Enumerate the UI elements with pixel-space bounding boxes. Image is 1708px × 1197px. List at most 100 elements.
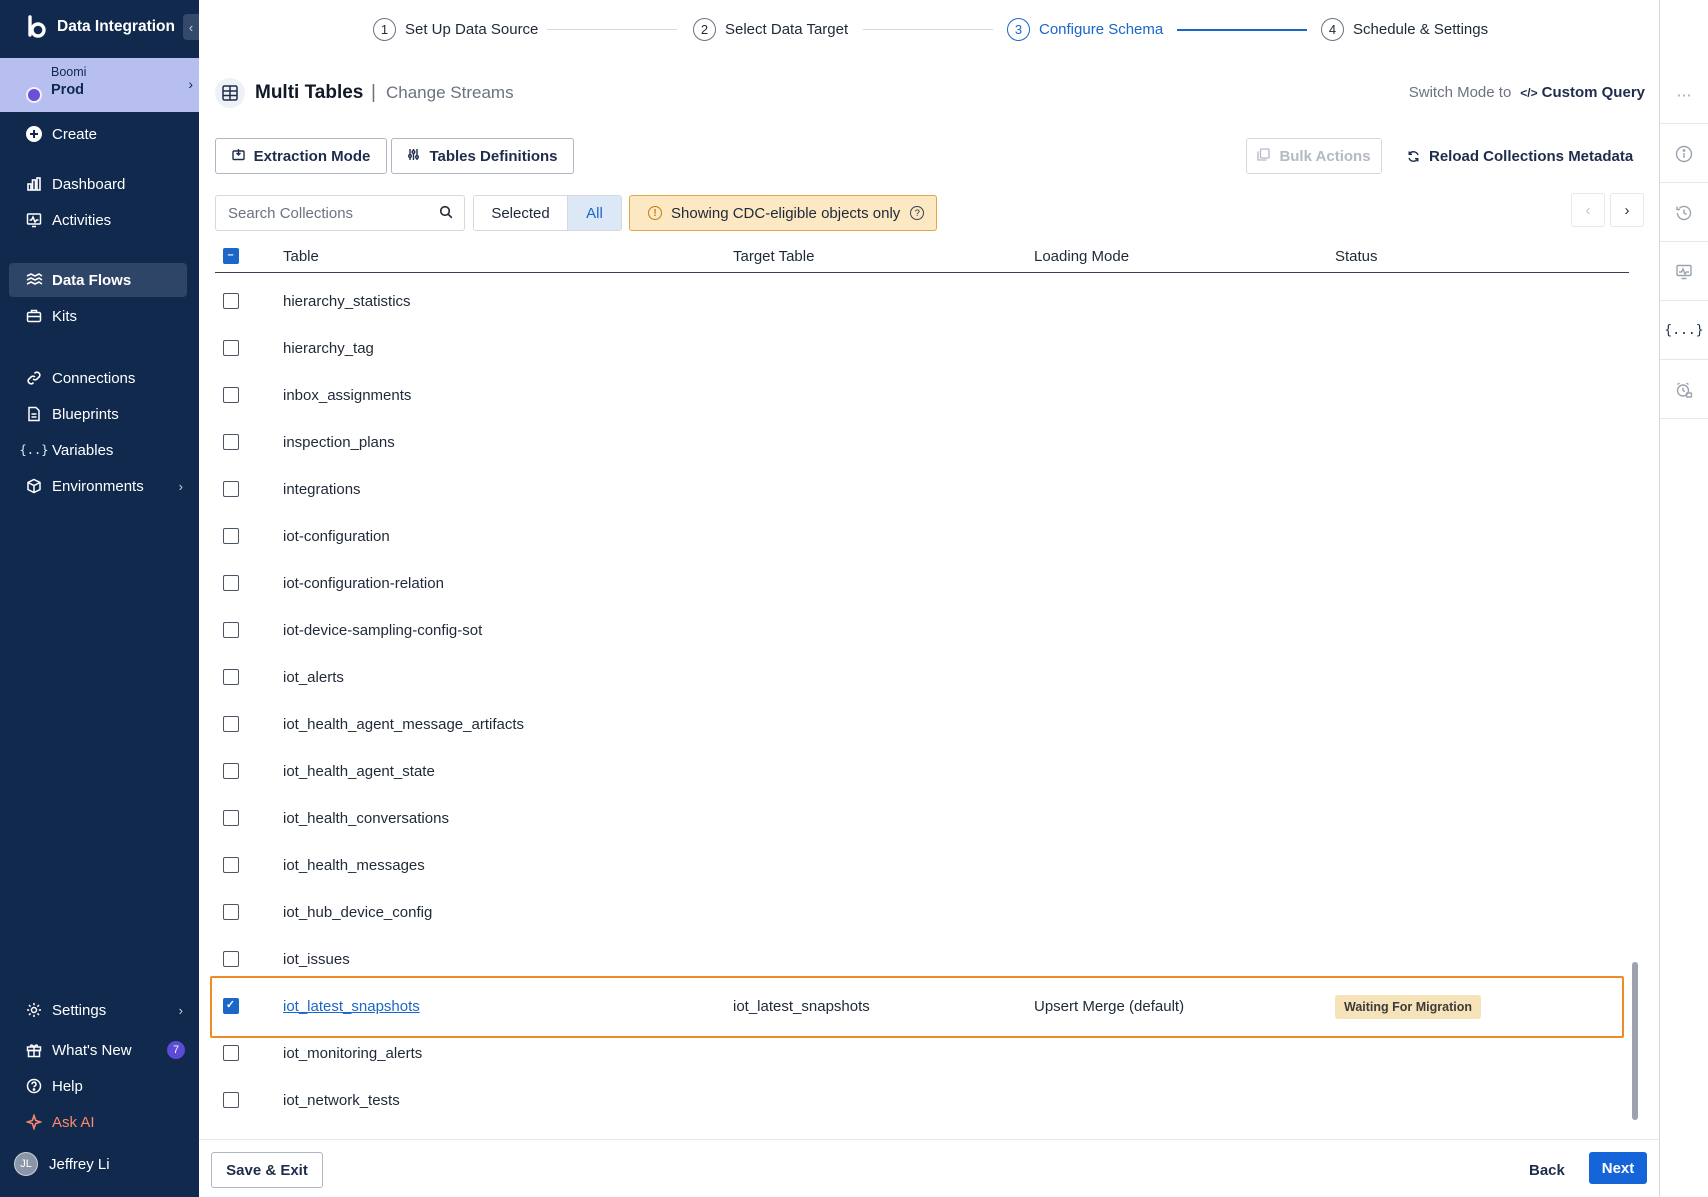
help-icon[interactable]: ? <box>910 206 925 220</box>
scrollbar-thumb[interactable] <box>1632 962 1638 1120</box>
chevron-left-icon: ‹ <box>188 19 194 35</box>
row-checkbox[interactable] <box>223 904 239 920</box>
table-name[interactable]: iot_latest_snapshots <box>283 998 420 1015</box>
sidebar-item-help[interactable]: Help <box>9 1069 187 1103</box>
bulk-actions-button[interactable]: Bulk Actions <box>1246 138 1382 174</box>
table-row[interactable]: integrations <box>215 466 1629 513</box>
table-row[interactable]: iot-configuration <box>215 513 1629 560</box>
chevron-right-icon: › <box>1624 201 1630 219</box>
step-1[interactable]: 1 Set Up Data Source <box>373 18 538 41</box>
user-profile[interactable]: JL Jeffrey Li <box>14 1152 110 1176</box>
row-checkbox[interactable] <box>223 575 239 591</box>
switch-mode-label: Switch Mode to <box>1408 84 1512 101</box>
row-checkbox[interactable] <box>223 810 239 826</box>
row-checkbox[interactable]: ✓ <box>223 998 239 1014</box>
more-options-icon[interactable]: ⋯ <box>1660 66 1708 124</box>
reload-label: Reload Collections Metadata <box>1429 147 1634 165</box>
row-checkbox[interactable] <box>223 857 239 873</box>
history-icon[interactable] <box>1660 184 1708 242</box>
row-checkbox[interactable] <box>223 481 239 497</box>
sidebar-item-settings[interactable]: Settings › <box>9 993 187 1027</box>
brand[interactable]: Data Integration <box>0 0 199 54</box>
row-checkbox[interactable] <box>223 716 239 732</box>
table-row[interactable]: iot_health_conversations <box>215 795 1629 842</box>
sidebar-item-whats-new[interactable]: What's New 7 <box>9 1033 187 1067</box>
chevron-left-icon: ‹ <box>1585 201 1591 219</box>
sidebar-item-label: Environments <box>52 477 144 495</box>
extraction-mode-button[interactable]: Extraction Mode <box>215 138 387 174</box>
step-2[interactable]: 2 Select Data Target <box>693 18 848 41</box>
table-row[interactable]: iot_health_agent_message_artifacts <box>215 701 1629 748</box>
table-row[interactable]: hierarchy_statistics <box>215 278 1629 325</box>
step-3[interactable]: 3 Configure Schema <box>1007 18 1163 41</box>
search-input[interactable] <box>228 204 428 222</box>
column-header-status[interactable]: Status <box>1335 248 1378 265</box>
table-row[interactable]: inbox_assignments <box>215 372 1629 419</box>
step-4[interactable]: 4 Schedule & Settings <box>1321 18 1488 41</box>
row-checkbox[interactable] <box>223 528 239 544</box>
sidebar-item-dashboard[interactable]: Dashboard <box>9 167 187 201</box>
sidebar-item-blueprints[interactable]: Blueprints <box>9 397 187 431</box>
row-checkbox[interactable] <box>223 1045 239 1061</box>
table-row[interactable]: ✓ iot_latest_snapshots iot_latest_snapshot… <box>215 983 1629 1030</box>
sidebar-item-data-flows[interactable]: Data Flows <box>9 263 187 297</box>
custom-query-link[interactable]: </> Custom Query <box>1520 84 1645 101</box>
table-row[interactable]: iot_health_messages <box>215 842 1629 889</box>
previous-page-button[interactable]: ‹ <box>1571 193 1605 227</box>
column-header-loading-mode[interactable]: Loading Mode <box>1034 248 1129 265</box>
table-row[interactable]: iot_health_agent_state <box>215 748 1629 795</box>
sidebar-item-environments[interactable]: Environments › <box>9 469 187 503</box>
info-icon[interactable] <box>1660 125 1708 183</box>
sidebar-item-kits[interactable]: Kits <box>9 299 187 333</box>
column-header-table[interactable]: Table <box>283 248 319 265</box>
alarm-lock-icon[interactable] <box>1660 361 1708 419</box>
row-checkbox[interactable] <box>223 1092 239 1108</box>
sidebar-item-variables[interactable]: {..} Variables <box>9 433 187 467</box>
table-row[interactable]: iot-device-sampling-config-sot <box>215 607 1629 654</box>
filter-selected-button[interactable]: Selected <box>474 196 567 230</box>
environment-switcher[interactable]: Boomi Prod › <box>0 58 199 112</box>
loading-mode[interactable]: Upsert Merge (default) <box>1034 998 1184 1015</box>
monitor-icon[interactable] <box>1660 243 1708 301</box>
table-row[interactable]: iot_hub_device_config <box>215 889 1629 936</box>
table-name: iot_hub_device_config <box>283 904 433 921</box>
reload-collections-button[interactable]: Reload Collections Metadata <box>1407 138 1633 174</box>
row-checkbox[interactable] <box>223 434 239 450</box>
table-row[interactable]: iot-configuration-relation <box>215 560 1629 607</box>
select-all-checkbox[interactable]: – <box>223 248 239 264</box>
multi-tables-icon <box>215 78 245 108</box>
custom-query-label: Custom Query <box>1541 84 1645 101</box>
row-checkbox[interactable] <box>223 293 239 309</box>
sidebar-item-connections[interactable]: Connections <box>9 361 187 395</box>
environment-name: Prod <box>51 82 85 98</box>
next-button[interactable]: Next <box>1589 1152 1647 1184</box>
save-exit-button[interactable]: Save & Exit <box>211 1152 323 1188</box>
filter-all-button[interactable]: All <box>567 196 621 230</box>
row-checkbox[interactable] <box>223 951 239 967</box>
next-page-button[interactable]: › <box>1610 193 1644 227</box>
check-icon: ✓ <box>225 999 236 1011</box>
sidebar-item-create[interactable]: Create <box>9 117 187 151</box>
table-row[interactable]: inspection_plans <box>215 419 1629 466</box>
column-header-target-table[interactable]: Target Table <box>733 248 814 265</box>
tables-definitions-button[interactable]: Tables Definitions <box>391 138 574 174</box>
back-button[interactable]: Back <box>1529 1152 1565 1188</box>
switch-mode: Switch Mode to </> Custom Query <box>1409 84 1645 101</box>
row-checkbox[interactable] <box>223 669 239 685</box>
json-braces-icon[interactable]: {...} <box>1660 302 1708 360</box>
table-row[interactable]: hierarchy_tag <box>215 325 1629 372</box>
row-checkbox[interactable] <box>223 763 239 779</box>
row-checkbox[interactable] <box>223 622 239 638</box>
search-collections[interactable] <box>215 195 465 231</box>
table-row[interactable]: iot_network_tests <box>215 1077 1629 1124</box>
table-row[interactable]: iot_monitoring_alerts <box>215 1030 1629 1077</box>
row-checkbox[interactable] <box>223 387 239 403</box>
table-row[interactable]: iot_issues <box>215 936 1629 983</box>
table-row[interactable]: iot_alerts <box>215 654 1629 701</box>
search-icon <box>439 205 453 223</box>
row-checkbox[interactable] <box>223 340 239 356</box>
sidebar-item-ask-ai[interactable]: Ask AI <box>9 1105 187 1139</box>
code-icon: </> <box>1520 85 1538 100</box>
sidebar-item-activities[interactable]: Activities <box>9 203 187 237</box>
collapse-sidebar-button[interactable]: ‹ <box>183 14 199 40</box>
